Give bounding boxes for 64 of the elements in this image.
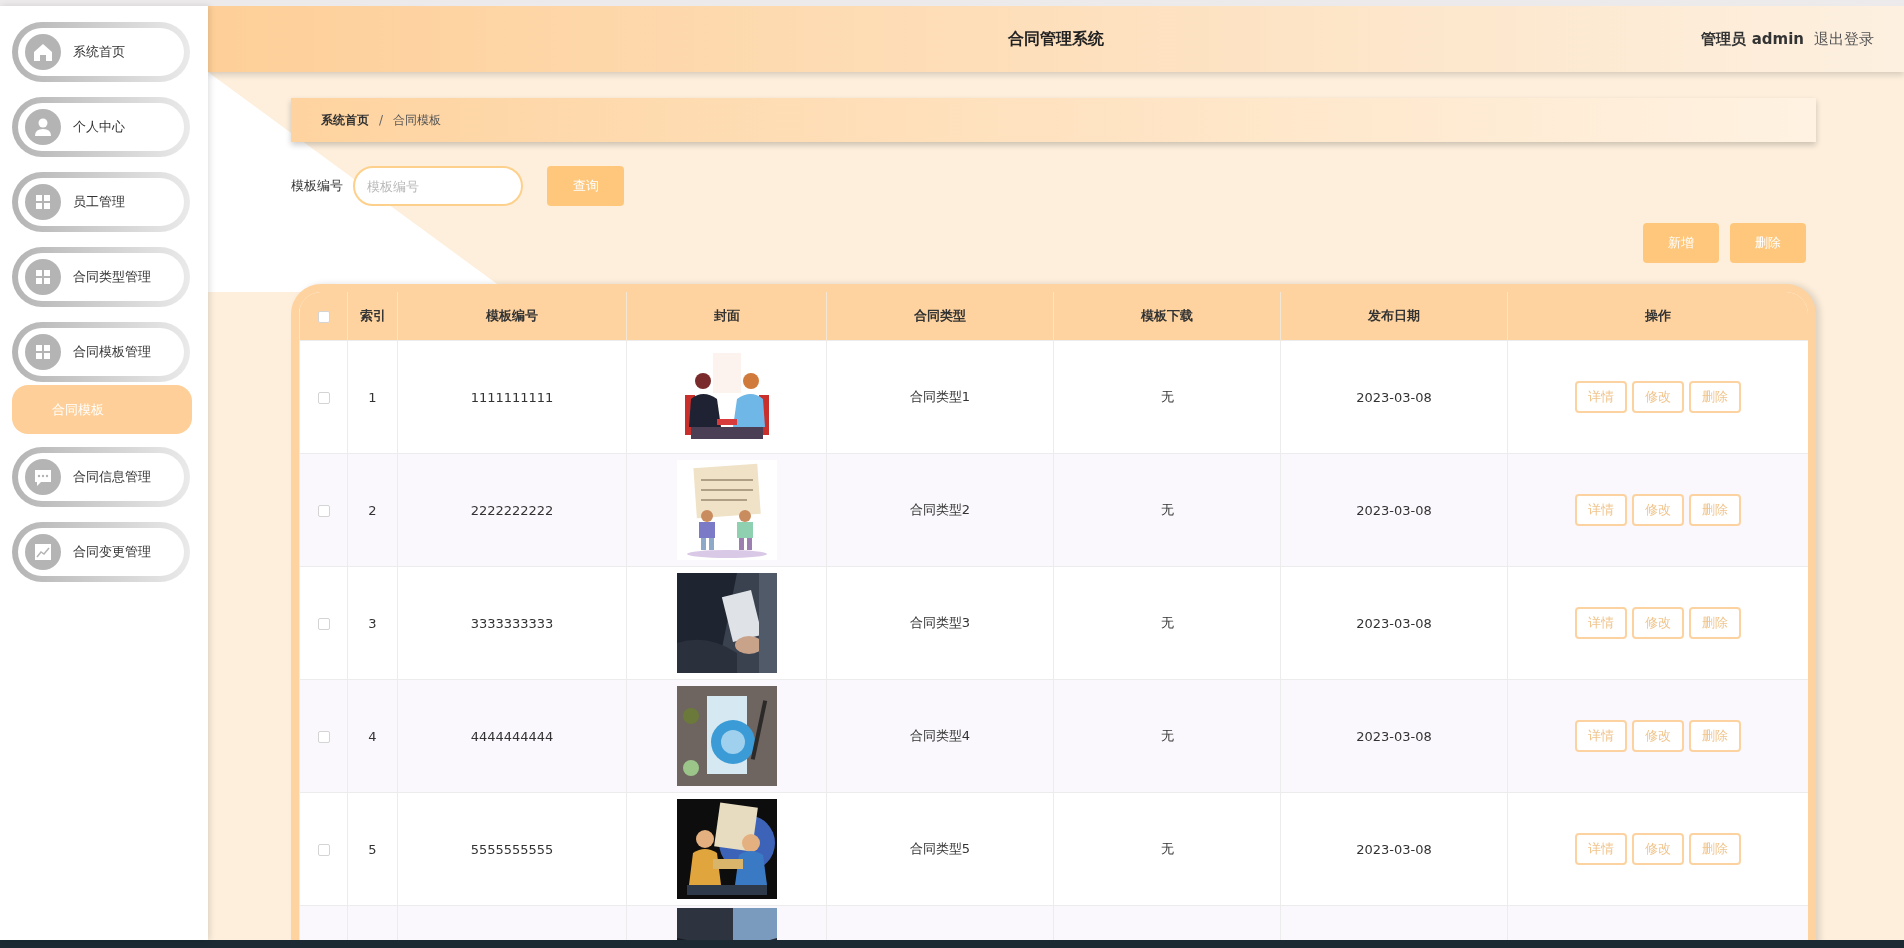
user-label: 管理员 admin — [1701, 29, 1804, 49]
delete-button[interactable]: 删除 — [1689, 833, 1741, 865]
sidebar-item[interactable]: 合同变更管理 — [12, 522, 190, 582]
add-button[interactable]: 新增 — [1643, 223, 1719, 263]
sidebar-item[interactable]: 系统首页 — [12, 22, 190, 82]
table-cell: 无 — [1053, 453, 1281, 567]
table-cell: 无 — [1053, 679, 1281, 793]
row-checkbox[interactable] — [317, 618, 330, 630]
sidebar-item[interactable]: 员工管理 — [12, 172, 190, 232]
table-cell: 4 — [347, 679, 398, 793]
details-button[interactable]: 详情 — [1575, 833, 1627, 865]
sidebar-item[interactable]: 合同信息管理 — [12, 447, 190, 507]
details-button[interactable]: 详情 — [1575, 607, 1627, 639]
delete-button[interactable]: 删除 — [1689, 607, 1741, 639]
column-header: 操作 — [1507, 292, 1808, 341]
select-all-checkbox[interactable] — [317, 311, 330, 323]
grid-icon — [25, 184, 61, 220]
table-cell: 2222222222 — [397, 453, 627, 567]
search-label: 模板编号 — [291, 177, 343, 195]
details-button[interactable]: 详情 — [1575, 494, 1627, 526]
row-checkbox[interactable] — [317, 731, 330, 743]
sidebar-subitem[interactable]: 合同模板 — [12, 385, 192, 434]
column-header: 封面 — [626, 292, 827, 341]
search-button[interactable]: 查询 — [547, 166, 624, 206]
sidebar-item[interactable]: 个人中心 — [12, 97, 190, 157]
edit-button[interactable]: 修改 — [1632, 494, 1684, 526]
column-header: 合同类型 — [826, 292, 1054, 341]
search-field[interactable]: 模板编号 — [353, 166, 523, 206]
breadcrumb-link[interactable]: 系统首页 — [321, 111, 369, 129]
column-header: 索引 — [347, 292, 398, 341]
app-title: 合同管理系统 — [1008, 28, 1104, 50]
column-header: 发布日期 — [1280, 292, 1508, 341]
home-icon — [25, 34, 61, 70]
row-checkbox[interactable] — [317, 392, 330, 404]
table-cell: 2023-03-08 — [1280, 679, 1508, 793]
edit-button[interactable]: 修改 — [1632, 381, 1684, 413]
edit-button[interactable]: 修改 — [1632, 833, 1684, 865]
logout-link[interactable]: 退出登录 — [1814, 29, 1874, 49]
row-checkbox[interactable] — [317, 505, 330, 517]
edit-button[interactable]: 修改 — [1632, 720, 1684, 752]
chart-icon — [25, 534, 61, 570]
details-button[interactable]: 详情 — [1575, 381, 1627, 413]
grid-icon — [25, 259, 61, 295]
column-header: 模板下载 — [1053, 292, 1281, 341]
column-header: 模板编号 — [397, 292, 627, 341]
sidebar-item[interactable]: 合同类型管理 — [12, 247, 190, 307]
table-cell: 4444444444 — [397, 679, 627, 793]
table-cell: 合同类型2 — [826, 453, 1054, 567]
table-cell: 合同类型4 — [826, 679, 1054, 793]
delete-button[interactable]: 删除 — [1689, 494, 1741, 526]
delete-button[interactable]: 删除 — [1689, 381, 1741, 413]
sidebar-item[interactable]: 合同模板管理 — [12, 322, 190, 382]
breadcrumb-separator: / — [379, 113, 384, 127]
table-cell: 2023-03-08 — [1280, 453, 1508, 567]
row-checkbox[interactable] — [317, 844, 330, 856]
delete-button[interactable]: 删除 — [1689, 720, 1741, 752]
delete-button[interactable]: 删除 — [1730, 223, 1806, 263]
table-cell: 2 — [347, 453, 398, 567]
user-icon — [25, 109, 61, 145]
chat-icon — [25, 459, 61, 495]
grid-icon — [25, 334, 61, 370]
breadcrumb-current: 合同模板 — [393, 111, 442, 129]
details-button[interactable]: 详情 — [1575, 720, 1627, 752]
edit-button[interactable]: 修改 — [1632, 607, 1684, 639]
